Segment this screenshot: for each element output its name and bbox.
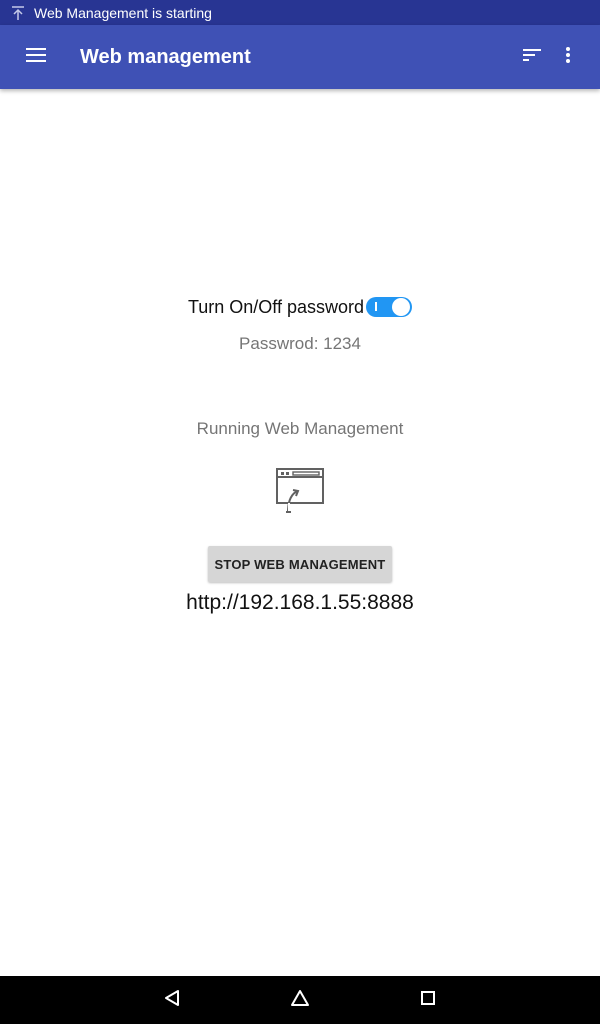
sort-button[interactable]: [514, 25, 550, 89]
toggle-on-mark: [375, 302, 378, 311]
stop-web-management-button[interactable]: STOP WEB MANAGEMENT: [208, 546, 392, 582]
upload-arrow-icon: [9, 4, 27, 22]
web-share-icon: [274, 466, 326, 516]
app-bar: Web management: [0, 25, 600, 89]
recents-square-icon: [420, 990, 436, 1011]
status-bar: Web Management is starting: [0, 0, 600, 25]
toggle-thumb: [392, 298, 411, 316]
sort-icon: [523, 48, 541, 66]
menu-button[interactable]: [8, 25, 64, 89]
password-value: Passwrod: 1234: [239, 334, 361, 353]
recents-button[interactable]: [364, 976, 492, 1024]
server-url[interactable]: http://192.168.1.55:8888: [0, 591, 600, 615]
overflow-menu-button[interactable]: [550, 25, 586, 89]
password-toggle-row: Turn On/Off password: [0, 296, 600, 318]
notification-text: Web Management is starting: [34, 4, 212, 21]
server-status-text: Running Web Management: [196, 419, 404, 438]
home-button[interactable]: [236, 976, 364, 1024]
back-button[interactable]: [108, 976, 236, 1024]
home-icon: [290, 989, 310, 1012]
password-toggle-label: Turn On/Off password: [187, 296, 365, 317]
hamburger-menu-icon: [26, 47, 46, 67]
back-triangle-icon: [163, 989, 181, 1012]
more-vert-icon: [566, 46, 570, 68]
system-nav-bar: [0, 976, 600, 1024]
main-content: Turn On/Off password Passwrod: 1234 Runn…: [0, 89, 600, 976]
password-toggle-switch[interactable]: [366, 296, 413, 318]
page-title: Web management: [80, 45, 251, 68]
